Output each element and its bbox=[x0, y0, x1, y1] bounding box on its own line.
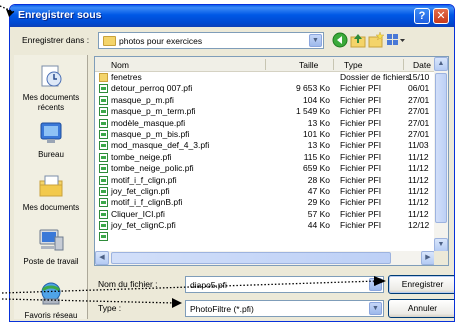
annotation-overlay bbox=[0, 5, 386, 308]
annotation-arrow-save bbox=[374, 276, 386, 286]
annotation-line-save bbox=[1, 280, 379, 294]
annotation-line-type bbox=[1, 298, 177, 304]
annotation-arrow-type bbox=[172, 298, 182, 308]
